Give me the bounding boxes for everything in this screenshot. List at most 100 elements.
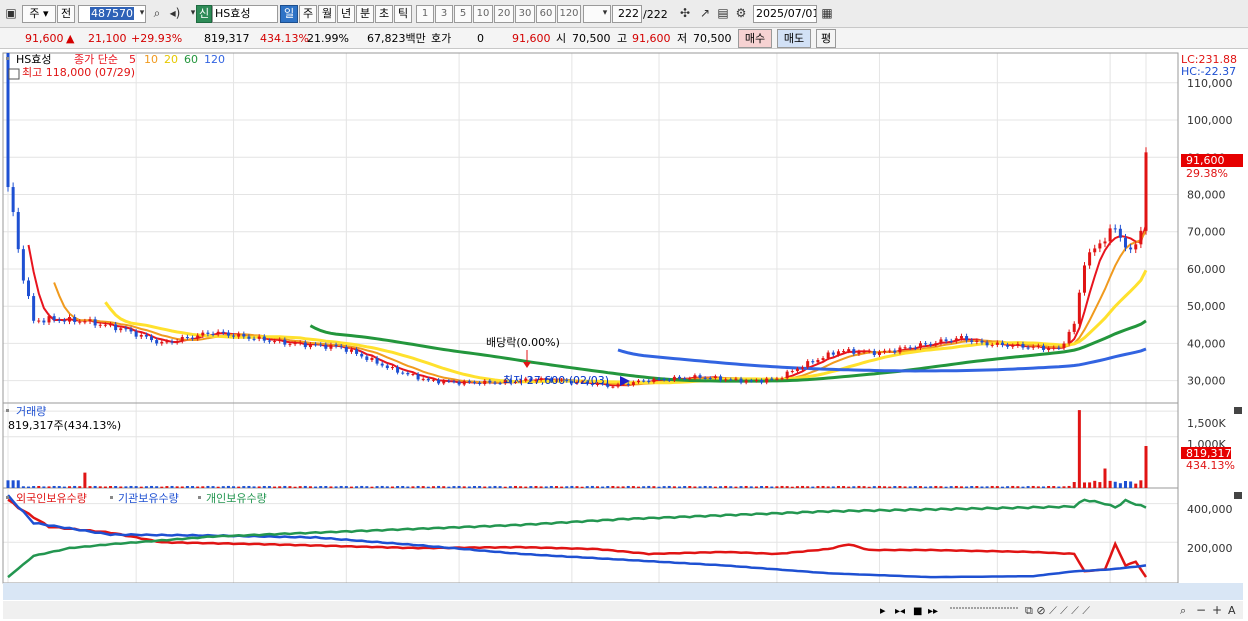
interval-1[interactable]: 1 [416,5,434,23]
volume-bar [872,486,876,488]
volume-bar [257,486,261,488]
candle-body [744,380,748,383]
volume-bar [390,486,394,488]
candle-body [1144,152,1148,231]
tool-icons[interactable]: ⧉ ⊘ ⟋ ⟋ ⟋ ⟋ [1025,604,1090,617]
candle-body [934,343,938,345]
interval-60[interactable]: 60 [536,5,556,23]
volume-bar [1139,480,1143,488]
gear-icon[interactable]: ⚙ [732,5,750,23]
volume-bar [713,486,717,488]
volume-bar [734,486,738,488]
sell-button[interactable]: 매도 [777,29,811,48]
speaker-icon[interactable]: ◂) [166,5,184,23]
volume: 819,317 [204,32,250,45]
zoom-in-icon[interactable]: + [1212,603,1222,617]
rewind-icon[interactable]: ▸◂ [895,606,905,617]
volume-bar [267,486,271,488]
font-size-icon[interactable]: A [1228,604,1236,617]
count-input[interactable]: 222 [612,5,642,23]
volume-bar [688,486,692,488]
candle-body [390,367,394,369]
period-select[interactable]: 주 ▾ [22,5,56,23]
stock-name-field[interactable]: HS효성 [212,5,278,23]
interval-20[interactable]: 20 [494,5,514,23]
volume-bar [11,480,15,488]
legend-ma120: 120 [204,53,225,66]
prev-button[interactable]: 전 [57,5,75,23]
volume-bar [893,486,897,488]
interval-120[interactable]: 120 [557,5,581,23]
legend-ma20: 20 [164,53,178,66]
candle-body [811,361,815,363]
tab-year[interactable]: 년 [337,5,355,23]
candle-body [678,376,682,379]
draw-tool-icon[interactable]: ↗ [696,5,714,23]
candle-body [431,379,435,381]
candle-body [57,319,61,321]
volume-bar [939,486,943,488]
volume-bar [401,486,405,488]
window-icon[interactable]: ▣ [2,5,20,23]
date-input[interactable]: 2025/07/01 [753,5,817,23]
search-icon[interactable]: ⌕ [148,5,166,23]
volume-bullet-icon [6,409,9,412]
candle-body [1031,346,1035,348]
volume-bar [637,486,641,488]
stock-chart[interactable]: 110,000100,00090,00080,00070,00060,00050… [0,50,1248,621]
volume-bar [165,486,169,488]
zoom-icon[interactable]: ⌕ [1180,604,1186,617]
volume-bar [565,486,569,488]
volume-bar [221,486,225,488]
candle-body [626,383,630,386]
interval-30[interactable]: 30 [515,5,535,23]
volume-bar [324,485,328,488]
tab-week[interactable]: 주 [299,5,317,23]
candle-body [1062,343,1066,348]
legend-foreign: 외국인보유수량 [16,492,87,505]
calendar-small-icon[interactable] [8,68,20,80]
tab-month[interactable]: 월 [318,5,336,23]
tab-minute[interactable]: 분 [356,5,374,23]
candle-body [370,357,374,360]
interval-10[interactable]: 10 [473,5,493,23]
candle-body [918,343,922,348]
indicator-icon[interactable]: ✣ [676,5,694,23]
volume-close-icon[interactable] [1234,407,1242,414]
candle-body [872,350,876,355]
volume-bar [185,486,189,488]
candle-body [329,344,333,349]
candle-body [1088,252,1092,266]
volume-bar [308,486,312,488]
candle-body [1093,248,1097,253]
open-price: 70,500 [572,32,611,45]
fast-forward-icon[interactable]: ▸▸ [928,606,938,617]
tab-second[interactable]: 초 [375,5,393,23]
interval-5[interactable]: 5 [454,5,472,23]
candle-body [150,336,154,341]
candle-body [842,351,846,353]
volume-bar [1026,486,1030,488]
save-icon[interactable]: ▤ [714,5,732,23]
candle-body [365,356,369,360]
volume-bar [683,486,687,488]
flat-button[interactable]: 평 [816,29,836,48]
candle-body [293,343,297,345]
volume-bar [877,485,881,488]
volume-bar [493,485,497,488]
zoom-out-icon[interactable]: − [1196,603,1206,617]
candle-body [27,280,31,297]
candle-body [232,335,236,337]
scroll-right-icon[interactable]: ▸ [880,604,886,617]
interval-3[interactable]: 3 [435,5,453,23]
candle-body [129,329,133,332]
calendar-icon[interactable]: ▦ [818,5,836,23]
volume-bar [129,485,133,488]
stop-icon[interactable]: ■ [913,606,922,617]
tab-tick[interactable]: 틱 [394,5,412,23]
volume-bar [703,485,707,488]
candle-body [493,382,497,384]
tab-day[interactable]: 일 [280,5,298,23]
holdings-close-icon[interactable] [1234,492,1242,499]
buy-button[interactable]: 매수 [738,29,772,48]
